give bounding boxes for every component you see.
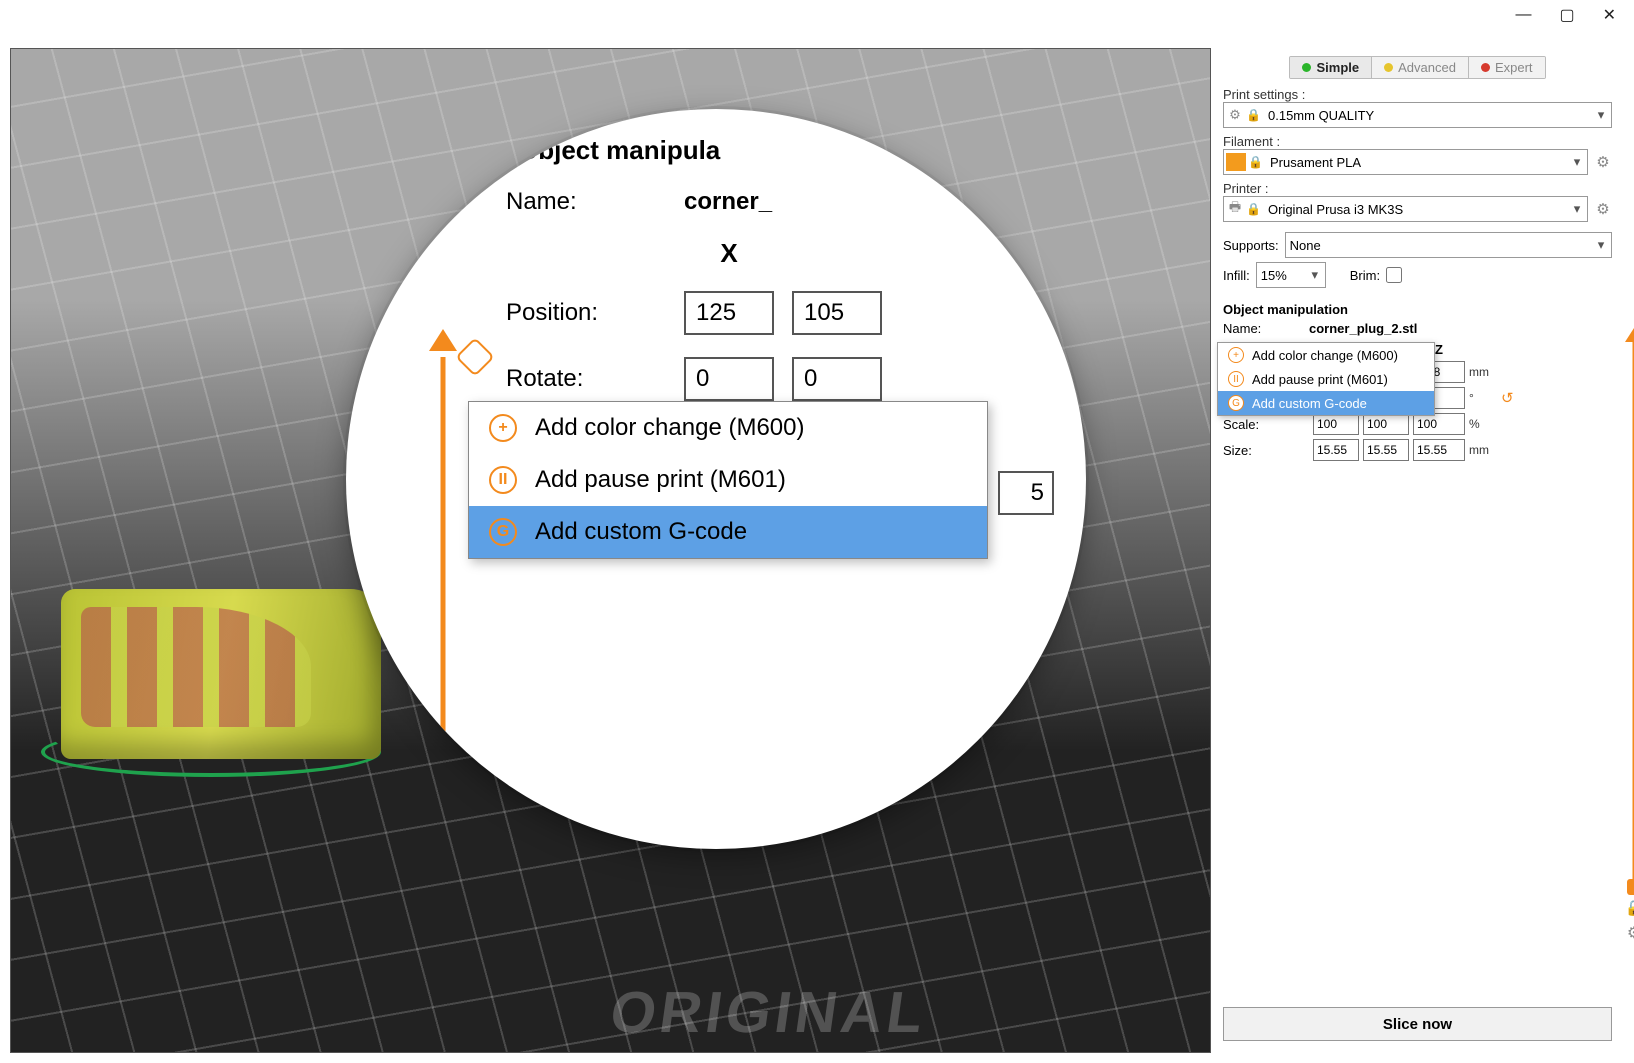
- name-label-zoom: Name:: [506, 188, 666, 216]
- gcode-icon: G: [489, 518, 517, 546]
- pause-icon: II: [489, 466, 517, 494]
- chevron-down-icon: ▾: [1591, 237, 1611, 253]
- om-title: Object manipulation: [1223, 302, 1612, 317]
- scale-label: Scale:: [1223, 417, 1309, 432]
- slider-thumb-top-zoom[interactable]: [429, 329, 457, 351]
- plus-icon: +: [489, 414, 517, 442]
- name-value-zoom: corner_: [684, 188, 772, 216]
- scale-x-input[interactable]: [1313, 413, 1359, 435]
- gcode-icon: G: [1228, 395, 1244, 411]
- filament-color-icon: [1226, 153, 1246, 171]
- size-y-input[interactable]: [1363, 439, 1409, 461]
- workspace: ORIGINAL Object manipula Name: corner_ X…: [10, 48, 1624, 1053]
- om-name-label: Name:: [1223, 321, 1303, 336]
- menu-add-color-change-zoom[interactable]: + Add color change (M600): [469, 402, 987, 454]
- lock-icon: 🔒: [1246, 202, 1264, 216]
- size-x-input[interactable]: [1313, 439, 1359, 461]
- position-label-zoom: Position:: [506, 299, 666, 327]
- model-face: [81, 607, 311, 727]
- zoom-callout: Object manipula Name: corner_ X Position…: [346, 109, 1086, 849]
- chevron-down-icon: ▾: [1567, 154, 1587, 170]
- scale-y-input[interactable]: [1363, 413, 1409, 435]
- side-panel: Simple Advanced Expert Print settings : …: [1211, 48, 1624, 1053]
- menu-add-custom-gcode[interactable]: G Add custom G-code: [1218, 391, 1434, 415]
- scale-z-input[interactable]: [1413, 413, 1465, 435]
- infill-select[interactable]: 15% ▾: [1256, 262, 1326, 288]
- size-label: Size:: [1223, 443, 1309, 458]
- size-unit: mm: [1469, 443, 1497, 457]
- chevron-down-icon: ▾: [1567, 201, 1587, 217]
- print-settings-label: Print settings :: [1223, 87, 1612, 102]
- filament-select[interactable]: 🔒 Prusament PLA ▾: [1223, 149, 1588, 175]
- chevron-down-icon: ▾: [1591, 107, 1611, 123]
- brim-label: Brim:: [1350, 268, 1380, 283]
- dot-red-icon: [1481, 63, 1490, 72]
- rotate-unit: °: [1469, 391, 1497, 405]
- slider-top-label-zoom: 10.10(67): [346, 333, 349, 381]
- scale-unit: %: [1469, 417, 1497, 431]
- printer-settings-button[interactable]: ⚙: [1594, 200, 1612, 218]
- gear-icon: ⚙: [1224, 107, 1246, 123]
- supports-label: Supports:: [1223, 238, 1279, 253]
- minimize-button[interactable]: —: [1515, 6, 1531, 24]
- om-title-zoom: Object manipula: [518, 135, 1048, 166]
- dot-yellow-icon: [1384, 63, 1393, 72]
- slider-lock-icon[interactable]: 🔓: [1625, 900, 1634, 917]
- printer-label: Printer :: [1223, 181, 1612, 196]
- close-button[interactable]: ✕: [1603, 5, 1616, 25]
- menu-add-pause-print-zoom[interactable]: II Add pause print (M601): [469, 454, 987, 506]
- size-z-input[interactable]: [1413, 439, 1465, 461]
- rotate-reset-button[interactable]: ↺: [1501, 389, 1519, 407]
- tab-advanced[interactable]: Advanced: [1372, 57, 1469, 78]
- bed-watermark: ORIGINAL: [606, 979, 931, 1046]
- rotate-label-zoom: Rotate:: [506, 365, 666, 393]
- lock-icon: 🔒: [1248, 155, 1266, 169]
- pause-icon: II: [1228, 371, 1244, 387]
- menu-add-custom-gcode-zoom[interactable]: G Add custom G-code: [469, 506, 987, 558]
- plus-icon: +: [1228, 347, 1244, 363]
- filament-settings-button[interactable]: ⚙: [1594, 153, 1612, 171]
- brim-checkbox[interactable]: [1386, 267, 1402, 283]
- dot-green-icon: [1302, 63, 1311, 72]
- printer-select[interactable]: 🖶 🔒 Original Prusa i3 MK3S ▾: [1223, 196, 1588, 222]
- layer-slider-zoom[interactable]: [428, 329, 458, 789]
- menu-add-pause-print[interactable]: II Add pause print (M601): [1218, 367, 1434, 391]
- window-controls: — ▢ ✕: [1515, 0, 1634, 30]
- infill-label: Infill:: [1223, 268, 1250, 283]
- maximize-button[interactable]: ▢: [1559, 5, 1574, 25]
- slice-now-button[interactable]: Slice now: [1223, 1007, 1612, 1041]
- tab-expert[interactable]: Expert: [1469, 57, 1545, 78]
- context-menu: + Add color change (M600) II Add pause p…: [1217, 342, 1435, 416]
- layer-slider[interactable]: 🔓 ⚙ 10.10(67) 0.20(1): [1604, 328, 1634, 923]
- filament-label: Filament :: [1223, 134, 1612, 149]
- lock-icon: 🔒: [1246, 108, 1264, 122]
- slider-settings-button[interactable]: ⚙: [1627, 923, 1634, 943]
- slider-thumb-top[interactable]: [1625, 328, 1634, 342]
- rotate-y-zoom[interactable]: 0: [792, 357, 882, 401]
- mode-tabs: Simple Advanced Expert: [1289, 56, 1545, 79]
- slider-thumb-bottom[interactable]: [1627, 879, 1634, 895]
- position-unit: mm: [1469, 365, 1497, 379]
- menu-add-color-change[interactable]: + Add color change (M600): [1218, 343, 1434, 367]
- position-y-zoom[interactable]: 105: [792, 291, 882, 335]
- chevron-down-icon: ▾: [1305, 267, 1325, 283]
- model-object[interactable]: [61, 589, 381, 759]
- rotate-x-zoom[interactable]: 0: [684, 357, 774, 401]
- partial-input-zoom[interactable]: 5: [998, 471, 1054, 515]
- supports-select[interactable]: None ▾: [1285, 232, 1612, 258]
- position-x-zoom[interactable]: 125: [684, 291, 774, 335]
- context-menu-zoom: + Add color change (M600) II Add pause p…: [468, 401, 988, 559]
- axis-x-zoom: X: [684, 238, 774, 269]
- om-name-value: corner_plug_2.stl: [1309, 321, 1417, 336]
- 3d-viewport[interactable]: ORIGINAL Object manipula Name: corner_ X…: [10, 48, 1211, 1053]
- print-settings-select[interactable]: ⚙ 🔒 0.15mm QUALITY ▾: [1223, 102, 1612, 128]
- tab-simple[interactable]: Simple: [1290, 57, 1372, 78]
- printer-icon: 🖶: [1224, 198, 1246, 220]
